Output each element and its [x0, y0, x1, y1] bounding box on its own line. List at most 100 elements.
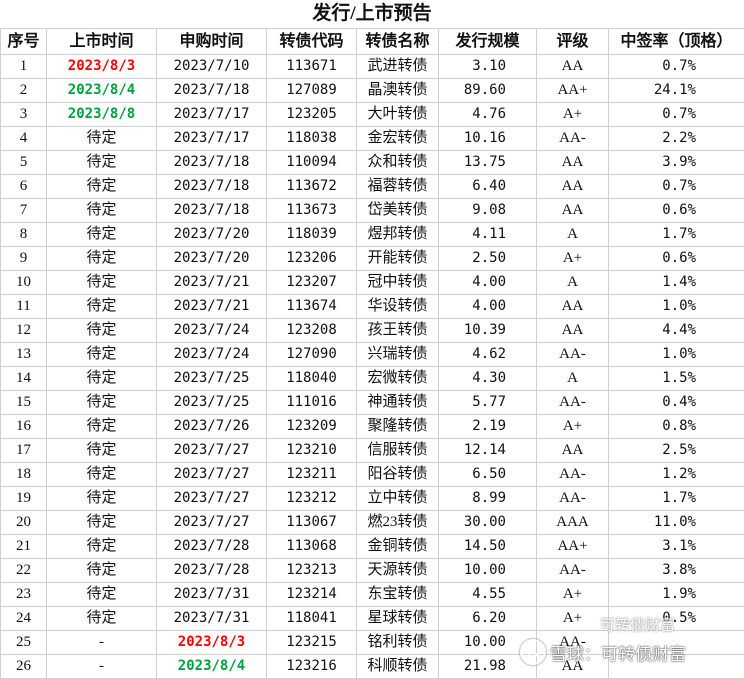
cell-rating: AA-	[537, 343, 609, 367]
cell-issue-scale: 4.55	[439, 583, 537, 607]
cell-list-date: 待定	[47, 319, 157, 343]
cell-issue-scale: 4.30	[439, 367, 537, 391]
cell-win-rate: 0.5%	[609, 607, 744, 631]
cell-no: 3	[1, 103, 47, 127]
cell-no: 14	[1, 367, 47, 391]
table-row: 22023/8/42023/7/18127089晶澳转债89.60AA+24.1…	[1, 79, 744, 103]
cell-subscribe-date: 2023/7/18	[157, 151, 267, 175]
cell-bond-code: 113671	[267, 55, 357, 79]
table-row: 24待定2023/7/31118041星球转债6.20A+0.5%	[1, 607, 744, 631]
cell-bond-name: 燃23转债	[357, 511, 439, 535]
cell-subscribe-date: 2023/7/24	[157, 343, 267, 367]
table-row: 19待定2023/7/27123212立中转债8.99AA-1.7%	[1, 487, 744, 511]
cell-list-date: 待定	[47, 271, 157, 295]
cell-no: 25	[1, 631, 47, 655]
cell-list-date: -	[47, 631, 157, 655]
cell-win-rate: 3.1%	[609, 535, 744, 559]
cell-no: 6	[1, 175, 47, 199]
cell-issue-scale: 10.39	[439, 319, 537, 343]
cell-rating: A+	[537, 103, 609, 127]
cell-no: 5	[1, 151, 47, 175]
cell-win-rate: 0.6%	[609, 247, 744, 271]
cell-bond-name: 立中转债	[357, 487, 439, 511]
header-rating: 评级	[537, 29, 609, 55]
header-list-date: 上市时间	[47, 29, 157, 55]
cell-issue-scale: 4.62	[439, 343, 537, 367]
cell-bond-code: 113673	[267, 199, 357, 223]
cell-issue-scale: 89.60	[439, 79, 537, 103]
cell-issue-scale: 3.10	[439, 55, 537, 79]
cell-bond-name: 星球转债	[357, 607, 439, 631]
header-win-rate: 中签率（顶格）	[609, 29, 744, 55]
cell-no: 20	[1, 511, 47, 535]
cell-bond-name: 东宝转债	[357, 583, 439, 607]
cell-no: 18	[1, 463, 47, 487]
table-row: 9待定2023/7/20123206开能转债2.50A+0.6%	[1, 247, 744, 271]
cell-subscribe-date: 2023/7/31	[157, 583, 267, 607]
cell-bond-code: 111016	[267, 391, 357, 415]
cell-no: 17	[1, 439, 47, 463]
cell-list-date: 2023/8/3	[47, 55, 157, 79]
cell-bond-code: 113068	[267, 535, 357, 559]
cell-list-date: 待定	[47, 487, 157, 511]
cell-no: 24	[1, 607, 47, 631]
cell-bond-name: 武进转债	[357, 55, 439, 79]
cell-issue-scale: 6.50	[439, 463, 537, 487]
cell-subscribe-date: 2023/7/17	[157, 103, 267, 127]
cell-rating: AA-	[537, 631, 609, 655]
cell-bond-code: 123210	[267, 439, 357, 463]
cell-bond-name: 大叶转债	[357, 103, 439, 127]
cell-bond-code: 123212	[267, 487, 357, 511]
cell-subscribe-date: 2023/7/21	[157, 295, 267, 319]
cell-rating: AA-	[537, 487, 609, 511]
cell-list-date: 待定	[47, 535, 157, 559]
cell-win-rate: 0.6%	[609, 199, 744, 223]
cell-rating: AA	[537, 175, 609, 199]
cell-bond-code: 110094	[267, 151, 357, 175]
cell-list-date: 待定	[47, 151, 157, 175]
cell-subscribe-date: 2023/7/28	[157, 535, 267, 559]
cell-rating: AA-	[537, 559, 609, 583]
table-row: 11待定2023/7/21113674华设转债4.00AA1.0%	[1, 295, 744, 319]
cell-no: 7	[1, 199, 47, 223]
table-row: 32023/8/82023/7/17123205大叶转债4.76A+0.7%	[1, 103, 744, 127]
cell-bond-code: 118039	[267, 223, 357, 247]
cell-subscribe-date: 2023/7/31	[157, 607, 267, 631]
cell-list-date: 待定	[47, 175, 157, 199]
cell-list-date: 待定	[47, 223, 157, 247]
cell-win-rate: 4.4%	[609, 319, 744, 343]
table-row: 10待定2023/7/21123207冠中转债4.00A1.4%	[1, 271, 744, 295]
cell-bond-name: 聚隆转债	[357, 415, 439, 439]
cell-rating: A+	[537, 583, 609, 607]
cell-subscribe-date: 2023/7/25	[157, 391, 267, 415]
cell-no: 4	[1, 127, 47, 151]
cell-no: 10	[1, 271, 47, 295]
cell-rating: AA	[537, 295, 609, 319]
table-row: 20待定2023/7/27113067燃23转债30.00AAA11.0%	[1, 511, 744, 535]
cell-subscribe-date: 2023/7/27	[157, 511, 267, 535]
cell-bond-name: 孩王转债	[357, 319, 439, 343]
cell-bond-name: 金铜转债	[357, 535, 439, 559]
table-row: 22待定2023/7/28123213天源转债10.00AA-3.8%	[1, 559, 744, 583]
spreadsheet: 发行/上市预告 序号 上市时间 申购时间 转债代码 转债名称 发行规模 评级 中…	[0, 0, 744, 675]
cell-subscribe-date: 2023/8/3	[157, 631, 267, 655]
table-row: 12待定2023/7/24123208孩王转债10.39AA4.4%	[1, 319, 744, 343]
cell-no: 8	[1, 223, 47, 247]
cell-win-rate: 24.1%	[609, 79, 744, 103]
cell-bond-code: 118040	[267, 367, 357, 391]
table-row: 21待定2023/7/28113068金铜转债14.50AA+3.1%	[1, 535, 744, 559]
cell-bond-code: 123206	[267, 247, 357, 271]
cell-list-date: 待定	[47, 463, 157, 487]
cell-issue-scale: 13.75	[439, 151, 537, 175]
cell-subscribe-date: 2023/7/18	[157, 175, 267, 199]
cell-rating: AA	[537, 151, 609, 175]
cell-list-date: 待定	[47, 367, 157, 391]
cell-subscribe-date: 2023/7/10	[157, 55, 267, 79]
cell-issue-scale: 4.00	[439, 271, 537, 295]
table-row: 6待定2023/7/18113672福蓉转债6.40AA0.7%	[1, 175, 744, 199]
cell-issue-scale: 5.77	[439, 391, 537, 415]
cell-issue-scale: 6.20	[439, 607, 537, 631]
cell-issue-scale: 9.08	[439, 199, 537, 223]
cell-rating: A	[537, 271, 609, 295]
cell-bond-name: 晶澳转债	[357, 79, 439, 103]
